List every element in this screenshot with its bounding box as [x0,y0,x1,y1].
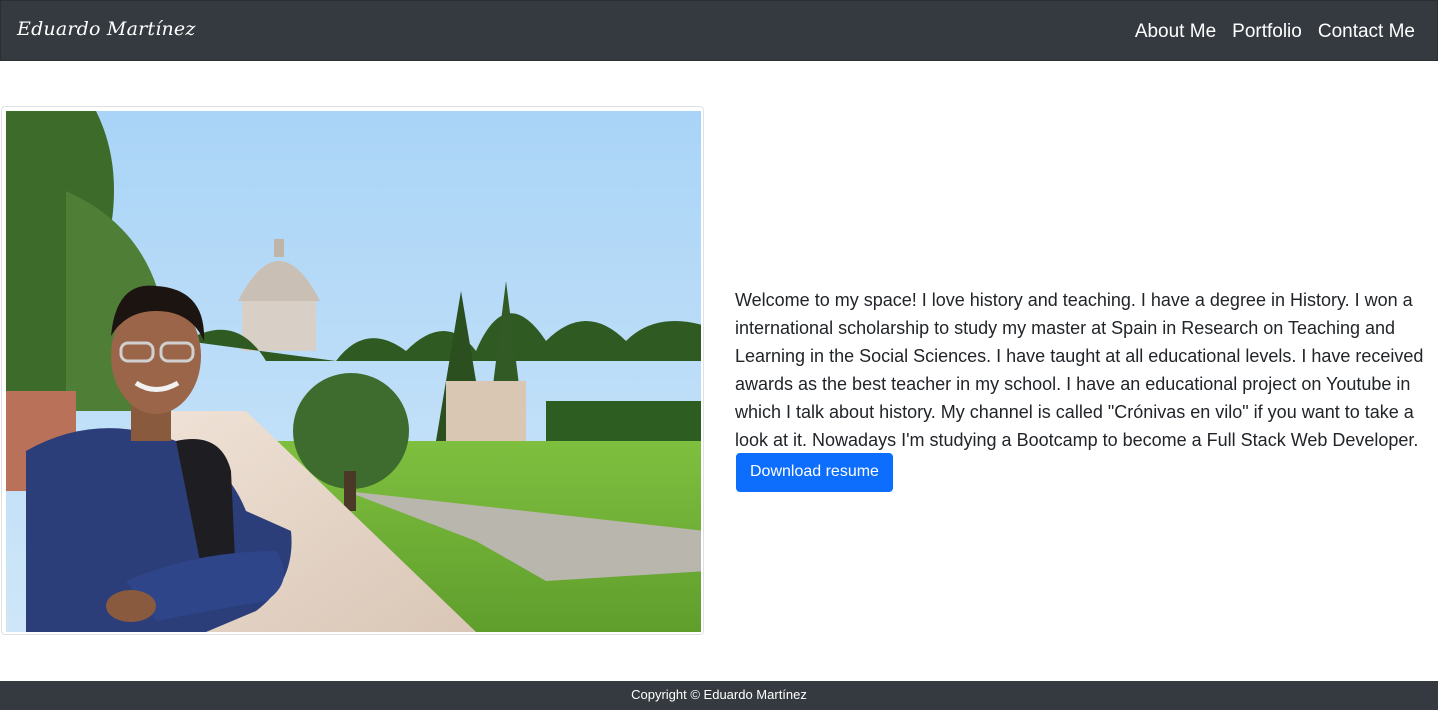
profile-photo [6,111,701,632]
download-resume-button[interactable]: Download resume [736,453,893,492]
nav-link-portfolio[interactable]: Portfolio [1232,20,1302,44]
nav-link-about-me[interactable]: About Me [1135,20,1216,44]
nav-links: About Me Portfolio Contact Me [1135,20,1415,44]
brand-logo[interactable]: Eduardo Martínez [17,18,196,40]
footer-copyright: Copyright © Eduardo Martínez [631,687,807,702]
nav-link-contact-me[interactable]: Contact Me [1318,20,1415,44]
intro-paragraph: Welcome to my space! I love history and … [735,286,1435,493]
profile-photo-frame [1,106,704,635]
intro-text: Welcome to my space! I love history and … [735,290,1424,450]
navbar: Eduardo Martínez About Me Portfolio Cont… [0,0,1438,61]
footer: Copyright © Eduardo Martínez [0,681,1438,710]
